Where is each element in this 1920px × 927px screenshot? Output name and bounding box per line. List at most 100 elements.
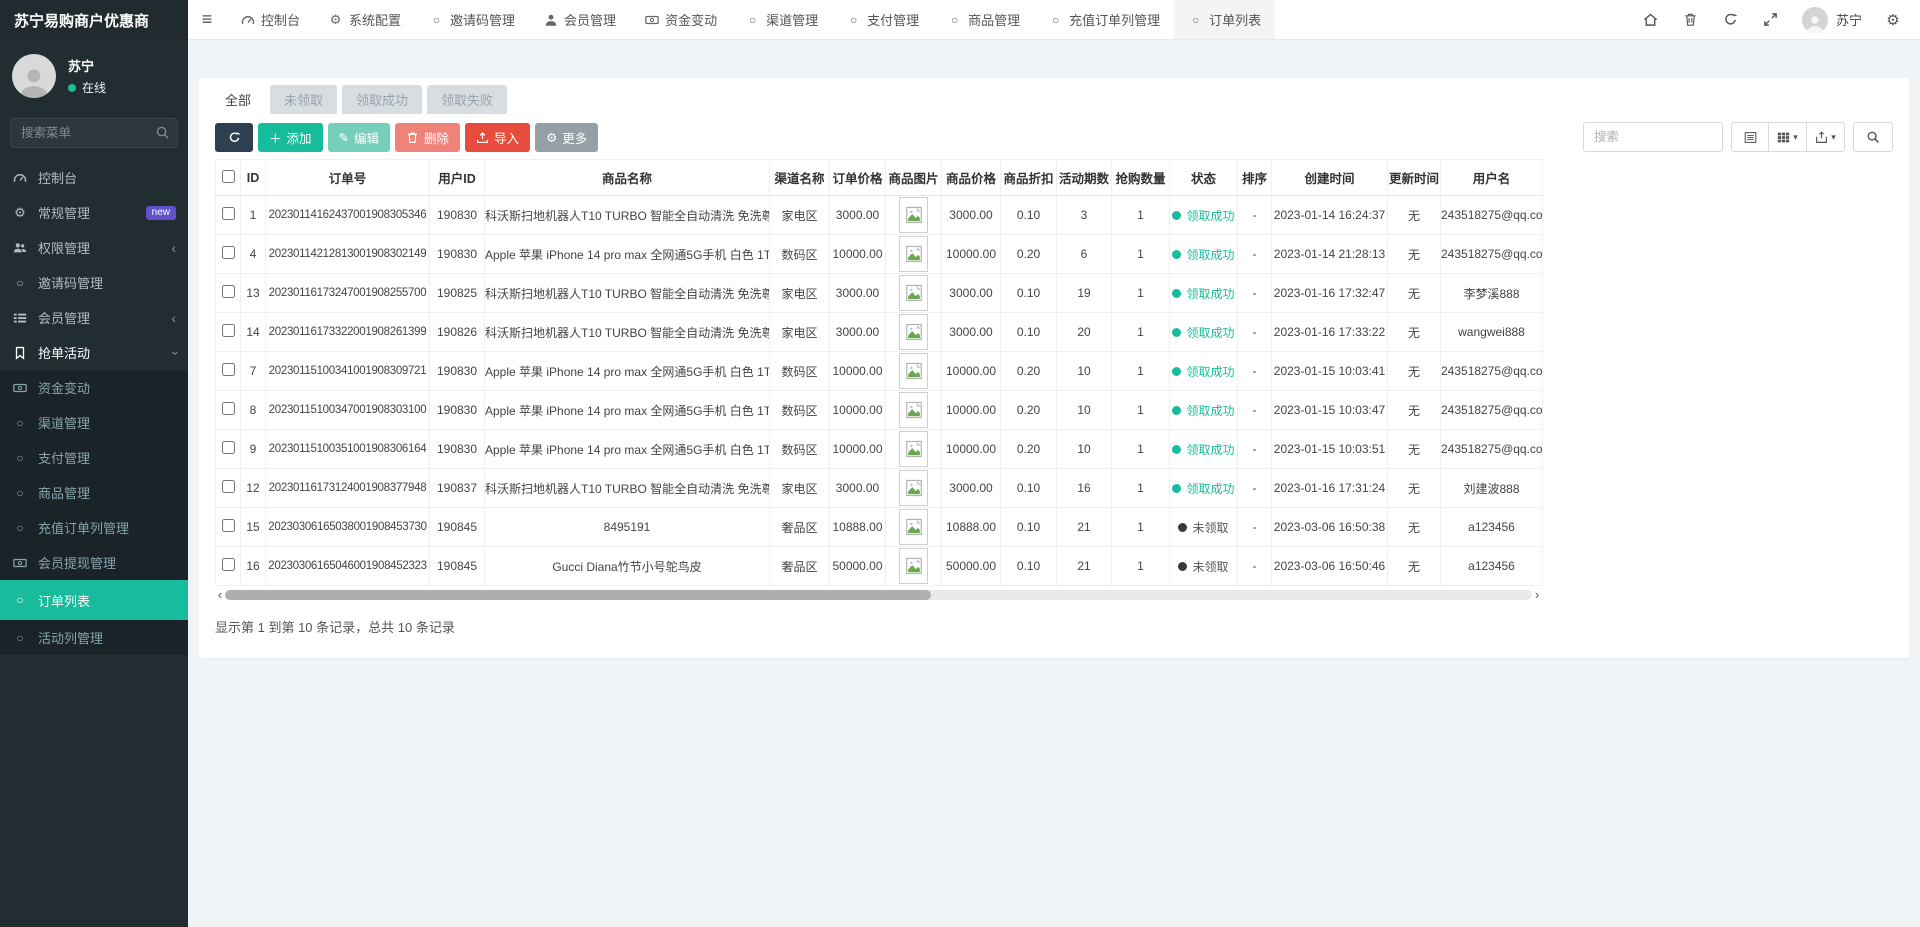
table-row: 720230115100341001908309721190830Apple 苹… [216, 352, 1543, 391]
cell-updated: 无 [1388, 196, 1441, 235]
edit-button[interactable]: ✎编辑 [328, 123, 391, 152]
cell-user-id: 190830 [430, 196, 485, 235]
hamburger-icon[interactable]: ≡ [188, 0, 226, 39]
topnav-item-label: 邀请码管理 [450, 10, 515, 29]
detail-view-button[interactable] [1731, 122, 1769, 152]
row-checkbox[interactable] [222, 324, 235, 337]
sidebar-subitem-支付管理[interactable]: ○支付管理 [0, 440, 188, 475]
export-button[interactable]: ▾ [1807, 122, 1845, 152]
sidebar-item-label: 资金变动 [38, 378, 176, 397]
row-checkbox[interactable] [222, 480, 235, 493]
tab-领取失败[interactable]: 领取失败 [427, 85, 507, 114]
home-icon[interactable] [1642, 11, 1660, 29]
cell-updated: 无 [1388, 430, 1441, 469]
row-checkbox[interactable] [222, 441, 235, 454]
cell-period: 10 [1057, 430, 1112, 469]
row-checkbox[interactable] [222, 363, 235, 376]
row-checkbox[interactable] [222, 207, 235, 220]
sidebar-subitem-商品管理[interactable]: ○商品管理 [0, 475, 188, 510]
topnav-item[interactable]: ○商品管理 [933, 0, 1034, 39]
topnav-item[interactable]: ○支付管理 [832, 0, 933, 39]
trash-icon[interactable] [1682, 11, 1700, 29]
cell-channel: 家电区 [770, 274, 830, 313]
topnav-item[interactable]: 资金变动 [630, 0, 731, 39]
row-checkbox[interactable] [222, 285, 235, 298]
select-all-checkbox[interactable] [222, 170, 235, 183]
money-icon [12, 556, 28, 570]
sidebar-item-常规管理[interactable]: ⚙常规管理new [0, 195, 188, 230]
tab-领取成功[interactable]: 领取成功 [342, 85, 422, 114]
cell-qty: 1 [1112, 196, 1170, 235]
cell-channel: 数码区 [770, 235, 830, 274]
tab-未领取[interactable]: 未领取 [270, 85, 337, 114]
more-button[interactable]: ⚙更多 [535, 123, 598, 152]
gears-icon[interactable]: ⚙ [1884, 11, 1902, 29]
refresh-icon[interactable] [1722, 11, 1740, 29]
add-button[interactable]: ＋添加 [258, 123, 323, 152]
topnav-item-label: 系统配置 [349, 10, 401, 29]
cell-price: 3000.00 [942, 469, 1001, 508]
user-menu[interactable]: 苏宁 [1802, 7, 1862, 33]
sidebar-subitem-活动列管理[interactable]: ○活动列管理 [0, 620, 188, 655]
cell-product-image [886, 430, 942, 469]
sidebar-subitem-订单列表[interactable]: ○订单列表 [0, 580, 188, 620]
search-icon [155, 125, 170, 140]
sidebar-subitem-充值订单列管理[interactable]: ○充值订单列管理 [0, 510, 188, 545]
topnav-item-label: 资金变动 [665, 10, 717, 29]
row-checkbox[interactable] [222, 519, 235, 532]
cell-id: 4 [241, 235, 266, 274]
chevron-down-icon: ▾ [1793, 132, 1798, 143]
topnav-item[interactable]: 会员管理 [529, 0, 630, 39]
cell-product-image [886, 469, 942, 508]
sidebar-item-会员管理[interactable]: 会员管理‹ [0, 300, 188, 335]
topnav-item[interactable]: ⚙系统配置 [314, 0, 415, 39]
scrollbar-thumb[interactable] [225, 590, 931, 600]
scroll-right-arrow[interactable]: › [1532, 588, 1542, 601]
sidebar-item-抢单活动[interactable]: 抢单活动‹ [0, 335, 188, 370]
sidebar-item-权限管理[interactable]: 权限管理‹ [0, 230, 188, 265]
cell-id: 1 [241, 196, 266, 235]
cell-created: 2023-01-16 17:33:22 [1272, 313, 1388, 352]
cell-user-id: 190830 [430, 391, 485, 430]
columns-button[interactable]: ▾ [1769, 122, 1807, 152]
tab-全部[interactable]: 全部 [211, 85, 265, 114]
status-dot [1178, 562, 1187, 571]
broken-image-icon [905, 206, 923, 224]
topnav-item[interactable]: ○充值订单列管理 [1034, 0, 1174, 39]
topnav-item[interactable]: ○渠道管理 [731, 0, 832, 39]
status-dot [1172, 484, 1181, 493]
sidebar-item-控制台[interactable]: 控制台 [0, 160, 188, 195]
avatar [1802, 7, 1828, 33]
money-icon [12, 381, 28, 395]
refresh-button[interactable] [215, 123, 253, 152]
circle-icon: ○ [12, 593, 28, 607]
circle-icon: ○ [12, 416, 28, 430]
row-checkbox[interactable] [222, 402, 235, 415]
sidebar-subitem-会员提现管理[interactable]: 会员提现管理 [0, 545, 188, 580]
delete-button[interactable]: 删除 [395, 123, 460, 152]
cell-product-image [886, 235, 942, 274]
topnav-item[interactable]: 控制台 [226, 0, 314, 39]
circle-icon: ○ [846, 12, 861, 27]
cell-discount: 0.20 [1001, 391, 1057, 430]
topnav-item[interactable]: ○ 邀请码管理 [415, 0, 529, 39]
sidebar-subitem-渠道管理[interactable]: ○渠道管理 [0, 405, 188, 440]
topnav-item[interactable]: ○订单列表 [1174, 0, 1275, 39]
import-button[interactable]: 导入 [465, 123, 530, 152]
sidebar-subitem-资金变动[interactable]: 资金变动 [0, 370, 188, 405]
table-search-input[interactable] [1583, 122, 1723, 152]
fullscreen-icon[interactable] [1762, 11, 1780, 29]
cell-id: 7 [241, 352, 266, 391]
sidebar-item-邀请码管理[interactable]: ○邀请码管理 [0, 265, 188, 300]
scrollbar-track[interactable] [225, 590, 1532, 600]
cell-username: a123456 [1441, 508, 1543, 547]
sidebar-search-input[interactable] [10, 118, 178, 148]
circle-icon: ○ [429, 12, 444, 27]
scroll-left-arrow[interactable]: ‹ [215, 588, 225, 601]
cell-status: 领取成功 [1170, 391, 1238, 430]
row-checkbox[interactable] [222, 246, 235, 259]
cell-created: 2023-01-14 21:28:13 [1272, 235, 1388, 274]
search-button[interactable] [1853, 122, 1893, 152]
row-checkbox[interactable] [222, 558, 235, 571]
cell-order-no: 20230115100347001908303100 [266, 391, 430, 430]
